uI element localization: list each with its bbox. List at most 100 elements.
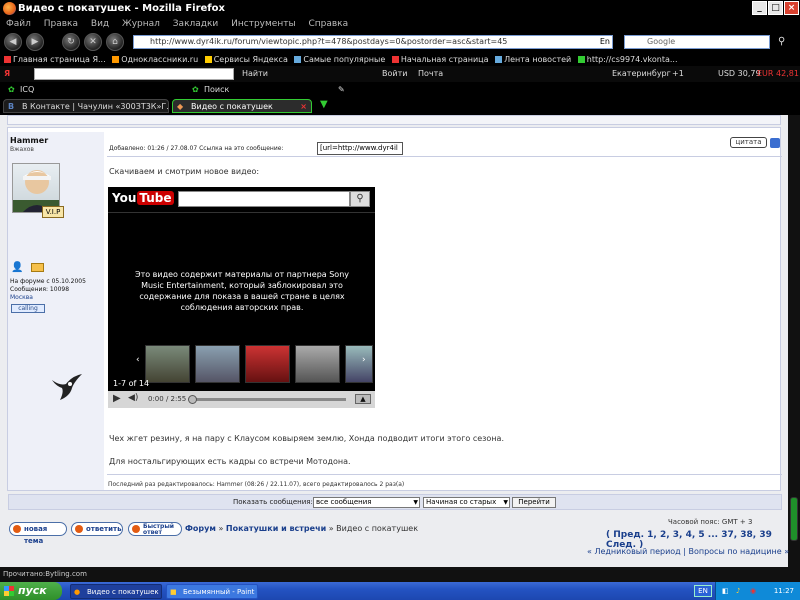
page-icon: ◆ (177, 102, 184, 111)
close-tab-icon[interactable]: × (300, 100, 307, 112)
taskbar-item-firefox[interactable]: ● Видео с покатушек ... (70, 584, 162, 599)
topic-prev-next[interactable]: « Ледниковый период | Вопросы по надицин… (587, 547, 789, 556)
close-window-button[interactable]: × (784, 1, 799, 15)
chevron-down-icon: ▼ (503, 499, 508, 506)
timezone-label: Часовой пояс: GMT + 3 (668, 518, 753, 526)
bookmark-item[interactable]: Самые популярные (294, 55, 385, 64)
yandex-temp: +1 (672, 69, 684, 78)
volume-icon[interactable]: ◀) (128, 393, 138, 403)
post-link-field[interactable]: [url=http://www.dyr4il (317, 142, 403, 155)
quote-button[interactable]: цитата (730, 137, 767, 148)
stop-button[interactable]: ✕ (84, 33, 102, 51)
skype-status-button[interactable]: calling (11, 304, 45, 313)
menu-tools[interactable]: Инструменты (231, 19, 295, 29)
yandex-find-button[interactable]: Найти (242, 66, 268, 82)
search-placeholder: Google (647, 37, 676, 46)
window-title: Видео с покатушек - Mozilla Firefox (18, 3, 225, 14)
icq-search-button[interactable]: Поиск (204, 82, 229, 97)
menu-bookmarks[interactable]: Закладки (173, 19, 219, 29)
menu-file[interactable]: Файл (6, 19, 31, 29)
maximize-button[interactable]: □ (768, 1, 783, 15)
youtube-search-input[interactable] (178, 191, 350, 207)
yandex-mail-link[interactable]: Почта (418, 66, 443, 82)
clock: 11:27 (773, 587, 794, 595)
vk-icon: B (8, 102, 15, 111)
menu-help[interactable]: Справка (308, 19, 348, 29)
youtube-logo-icon[interactable]: You Tube (112, 191, 174, 205)
post-footer-divider (107, 474, 782, 475)
post-line-1: Чех жгет резину, я на пару с Клаусом ков… (109, 434, 504, 443)
tab-video[interactable]: ◆ Видео с покатушек × (172, 99, 312, 113)
start-label: пуск (18, 584, 47, 597)
video-thumbnail[interactable] (145, 345, 190, 383)
video-thumbnail[interactable] (295, 345, 340, 383)
carousel-prev-icon[interactable]: ‹ (136, 355, 140, 365)
bookmark-item[interactable]: Главная страница Я... (4, 55, 106, 64)
post-edit-note: Последний раз редактировалось: Hammer (0… (108, 481, 405, 488)
reply-button[interactable]: ответить (71, 522, 123, 536)
breadcrumb-forum[interactable]: Форум (185, 524, 216, 533)
youtube-result-count: 1-7 of 14 (113, 379, 150, 388)
pen-icon[interactable]: ✎ (338, 82, 345, 97)
fullscreen-icon[interactable]: ▲ (355, 394, 371, 404)
filter-range-select[interactable]: все сообщения ▼ (313, 497, 420, 508)
search-icon[interactable]: ⚲ (778, 36, 785, 47)
start-button[interactable]: пуск (0, 582, 62, 600)
bookmark-item[interactable]: http://cs9974.vkonta... (577, 55, 678, 64)
taskbar-item-label: Видео с покатушек ... (87, 588, 162, 596)
play-icon[interactable]: ▶ (113, 393, 121, 404)
yandex-signin-link[interactable]: Войти (382, 66, 407, 82)
icq-flower-icon: ✿ (8, 85, 15, 94)
tab-list-icon[interactable]: ▼ (320, 99, 328, 110)
back-button[interactable]: ◀ (4, 33, 22, 51)
youtube-time: 0:00 / 2:55 (148, 395, 187, 403)
tab-vkontakte[interactable]: B В Контакте | Чачулин «300ЗТ3К»Г... (3, 99, 169, 113)
search-box[interactable]: Google (624, 35, 770, 49)
profile-icon[interactable]: 👤 (11, 262, 23, 273)
youtube-seek-bar[interactable] (190, 398, 346, 401)
author-message-count: Сообщения: 10098 (10, 286, 70, 293)
reload-button[interactable]: ↻ (62, 33, 80, 51)
minimize-button[interactable]: _ (752, 1, 767, 15)
video-thumbnail[interactable] (245, 345, 290, 383)
post-line-2: Для ностальгирующих есть кадры со встреч… (109, 457, 351, 466)
home-button[interactable]: ⌂ (106, 33, 124, 51)
go-button[interactable]: Перейти (512, 497, 556, 508)
firefox-icon: ● (74, 588, 81, 596)
windows-flag-icon (4, 586, 14, 596)
forward-button[interactable]: ▶ (26, 33, 44, 51)
bookmark-item[interactable]: Одноклассники.ru (112, 55, 198, 64)
filter-order-select[interactable]: Начиная со старых ▼ (423, 497, 510, 508)
menu-history[interactable]: Журнал (122, 19, 160, 29)
bookmark-item[interactable]: Начальная страница (391, 55, 489, 64)
post-author-name[interactable]: Hammer (10, 136, 48, 145)
menu-view[interactable]: Вид (91, 19, 109, 29)
tab-label: В Контакте | Чачулин «300ЗТ3К»Г... (22, 102, 169, 111)
bookmark-item[interactable]: Лента новостей (495, 55, 571, 64)
network-icon[interactable]: ◧ (722, 582, 729, 600)
language-indicator[interactable]: EN (694, 585, 712, 597)
youtube-seek-handle[interactable] (188, 395, 197, 404)
volume-tray-icon[interactable]: ♪ (736, 582, 740, 600)
youtube-player[interactable]: You Tube ⚲ Это видео содержит материалы о… (108, 187, 375, 408)
page-scrollbar[interactable] (788, 115, 800, 567)
taskbar-item-paint[interactable]: ■ Безымянный - Paint (166, 584, 258, 599)
yandex-search-input[interactable] (34, 68, 234, 80)
security-icon[interactable]: ◉ (750, 582, 756, 600)
video-thumbnail[interactable] (345, 345, 373, 383)
icq-search-icon: ✿ (192, 85, 199, 94)
youtube-header: You Tube ⚲ (108, 187, 375, 213)
youtube-search-button[interactable]: ⚲ (350, 191, 370, 207)
carousel-next-icon[interactable]: › (362, 355, 366, 365)
new-topic-button[interactable]: новая тема (9, 522, 67, 545)
menu-edit[interactable]: Правка (44, 19, 78, 29)
mail-icon[interactable] (31, 263, 44, 272)
post-options-icon[interactable] (770, 138, 780, 148)
quick-reply-button[interactable]: Быстрый ответ (128, 522, 182, 536)
video-thumbnail[interactable] (195, 345, 240, 383)
navigation-toolbar: ◀ ▶ ↻ ✕ ⌂ http://www.dyr4ik.ru/forum/vie… (0, 31, 800, 53)
filter-label: Показать сообщения: (233, 498, 313, 506)
bookmark-item[interactable]: Сервисы Яндекса (204, 55, 288, 64)
address-bar[interactable]: http://www.dyr4ik.ru/forum/viewtopic.php… (133, 35, 613, 49)
breadcrumb-section[interactable]: Покатушки и встречи (226, 524, 326, 533)
